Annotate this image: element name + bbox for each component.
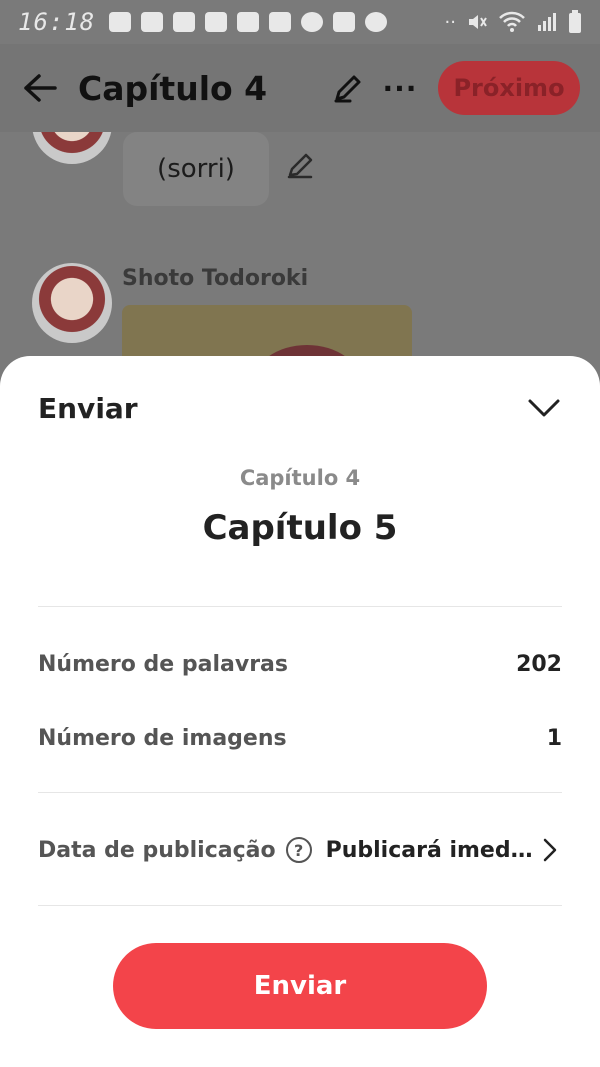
avatar [32, 132, 112, 164]
avatar [32, 263, 112, 343]
edit-title-icon[interactable] [328, 68, 368, 108]
clock-notification-icon [365, 12, 388, 32]
next-button[interactable]: Próximo [438, 61, 580, 115]
status-bar: 16:18 ·· [0, 0, 600, 44]
word-count-label: Número de palavras [38, 651, 288, 677]
previous-chapter-label: Capítulo 4 [239, 466, 361, 490]
app-bar: Capítulo 4 ··· Próximo [0, 44, 600, 132]
chevron-right-icon [538, 838, 562, 862]
youtube-notification-icon [237, 12, 260, 32]
calendar-notification-icon [333, 12, 356, 32]
signal-icon [538, 13, 556, 31]
publish-date-label: Data de publicação [38, 837, 276, 863]
sheet-title: Enviar [38, 391, 138, 425]
account-notification-icon [301, 12, 324, 32]
image-count-row: Número de imagens 1 [38, 718, 562, 758]
edit-message-icon[interactable] [286, 150, 316, 184]
system-icons: ·· [445, 10, 582, 34]
chat-preview: (sorri) Shoto Todoroki [0, 132, 600, 372]
divider [38, 905, 562, 906]
youtube-notification-icon [173, 12, 196, 32]
publish-date-value: Publicará imedi... [325, 837, 536, 863]
send-button[interactable]: Enviar [113, 943, 487, 1029]
divider [38, 792, 562, 793]
battery-icon [569, 10, 581, 33]
more-notifications-icon: ·· [444, 11, 456, 33]
send-sheet: Enviar Capítulo 4 Capítulo 5 Número de p… [0, 356, 600, 1067]
youtube-notification-icon [141, 12, 164, 32]
new-chapter-title: Capítulo 5 [202, 508, 398, 548]
notification-icons [109, 12, 388, 32]
publish-date-row[interactable]: Data de publicação ? Publicará imedi... [38, 830, 562, 870]
chevron-down-icon[interactable] [526, 390, 562, 426]
message-bubble: (sorri) [123, 132, 269, 206]
wifi-icon [499, 11, 525, 32]
help-icon[interactable]: ? [285, 837, 312, 863]
status-time: 16:18 [18, 8, 96, 36]
image-count-value: 1 [546, 725, 562, 751]
word-count-row: Número de palavras 202 [38, 644, 562, 684]
chapter-title: Capítulo 4 [78, 68, 268, 108]
mute-icon [469, 15, 487, 29]
youtube-notification-icon [205, 12, 228, 32]
word-count-value: 202 [516, 651, 562, 677]
divider [38, 606, 562, 607]
voicemail-notification-icon [269, 12, 292, 32]
sender-name: Shoto Todoroki [122, 266, 309, 291]
shield-notification-icon [109, 12, 132, 32]
sheet-header: Enviar [38, 388, 562, 428]
more-options-icon[interactable]: ··· [382, 68, 418, 108]
back-arrow-icon[interactable] [20, 68, 60, 108]
image-count-label: Número de imagens [38, 725, 287, 751]
